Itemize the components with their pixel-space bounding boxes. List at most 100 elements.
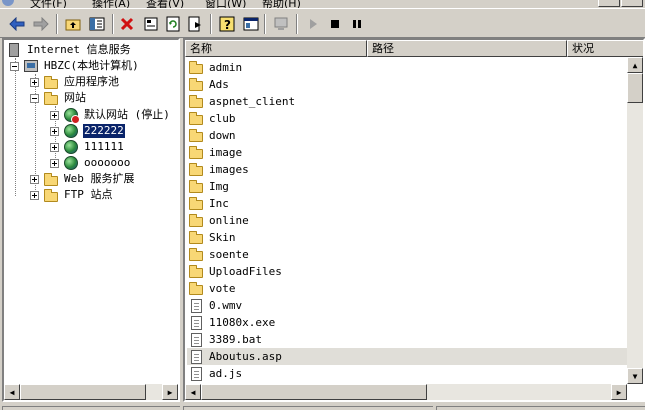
tree-site[interactable]: 222222	[50, 123, 126, 139]
tree-site[interactable]: ooooooo	[50, 155, 131, 171]
list-item[interactable]: image	[187, 144, 637, 161]
list-item[interactable]: aspnet_client	[187, 93, 637, 110]
refresh-icon	[166, 16, 180, 32]
tree-ftp[interactable]: FTP 站点	[30, 187, 114, 203]
console-icon	[243, 17, 259, 31]
collapse-icon[interactable]	[30, 93, 39, 103]
scroll-left-icon[interactable]: ◀	[4, 384, 20, 400]
menu-view[interactable]: 查看(V)	[146, 0, 184, 8]
menu-help[interactable]: 帮助(H)	[262, 0, 301, 8]
list-item-name: online	[209, 214, 249, 227]
list-item[interactable]: online	[187, 212, 637, 229]
list-item[interactable]: down	[187, 127, 637, 144]
scroll-right-icon[interactable]: ▶	[611, 384, 627, 400]
list-item-name: Ads	[209, 78, 229, 91]
list-item[interactable]: vote	[187, 280, 637, 297]
pause-button[interactable]	[346, 13, 368, 35]
tree-app-pools[interactable]: 应用程序池	[30, 74, 120, 90]
minimize-button[interactable]	[598, 0, 620, 7]
export-button[interactable]	[184, 13, 206, 35]
expand-icon[interactable]	[50, 110, 59, 120]
list-item[interactable]: Skin	[187, 229, 637, 246]
list-item[interactable]: Img	[187, 178, 637, 195]
file-icon	[187, 315, 205, 330]
svg-text:?: ?	[224, 18, 231, 32]
list-item[interactable]: 3389.bat	[187, 331, 637, 348]
delete-button[interactable]	[116, 13, 138, 35]
list-item[interactable]: soente	[187, 246, 637, 263]
list-item[interactable]: 0.wmv	[187, 297, 637, 314]
show-tree-button[interactable]	[86, 13, 108, 35]
folder-icon	[43, 171, 59, 187]
list-item[interactable]: Ads	[187, 76, 637, 93]
up-level-button[interactable]	[62, 13, 84, 35]
start-icon	[310, 19, 317, 29]
stop-button[interactable]	[324, 13, 346, 35]
column-name[interactable]: 名称	[185, 40, 367, 57]
tree-websites[interactable]: 网站	[30, 90, 87, 106]
list-item[interactable]: admin	[187, 59, 637, 76]
tree-app-pools-label: 应用程序池	[64, 75, 119, 88]
tree-site[interactable]: 111111	[50, 139, 125, 155]
start-button[interactable]	[302, 13, 324, 35]
properties-button[interactable]	[140, 13, 162, 35]
tree-web-ext[interactable]: Web 服务扩展	[30, 171, 136, 187]
app-icon	[2, 0, 14, 6]
tree-site-label: 111111	[84, 140, 124, 153]
computer-icon	[274, 17, 288, 30]
expand-icon[interactable]	[50, 126, 59, 136]
list-item[interactable]: club	[187, 110, 637, 127]
menu-window[interactable]: 窗口(W)	[205, 0, 246, 8]
folder-icon	[187, 180, 205, 193]
tree-root[interactable]: Internet 信息服务	[6, 42, 132, 58]
tree-root-label: Internet 信息服务	[27, 43, 131, 56]
tree-hscrollbar[interactable]: ◀ ▶	[4, 384, 178, 400]
file-icon	[187, 332, 205, 347]
tree-server[interactable]: HBZC(本地计算机)	[10, 58, 140, 74]
forward-button[interactable]	[30, 13, 52, 35]
column-status[interactable]: 状况	[567, 40, 643, 57]
back-button[interactable]	[6, 13, 28, 35]
list-item-name: 0.wmv	[209, 299, 243, 312]
column-path[interactable]: 路径	[367, 40, 567, 57]
list-hscrollbar[interactable]: ◀ ▶	[185, 384, 627, 400]
tree-site-label: ooooooo	[84, 156, 131, 169]
expand-icon[interactable]	[50, 158, 59, 168]
file-icon	[187, 298, 205, 313]
scroll-thumb[interactable]	[627, 73, 643, 103]
computer-button[interactable]	[270, 13, 292, 35]
scroll-down-icon[interactable]: ▼	[627, 368, 643, 384]
expand-icon[interactable]	[30, 77, 39, 87]
list-item[interactable]: 11080x.exe	[187, 314, 637, 331]
menu-action[interactable]: 操作(A)	[92, 0, 130, 8]
help-button[interactable]: ?	[216, 13, 238, 35]
expand-icon[interactable]	[30, 174, 39, 184]
folder-icon	[187, 248, 205, 261]
list-vscrollbar[interactable]: ▲ ▼	[627, 57, 643, 384]
list-item[interactable]: images	[187, 161, 637, 178]
folder-icon	[187, 265, 205, 278]
scroll-right-icon[interactable]: ▶	[162, 384, 178, 400]
tree-websites-label: 网站	[64, 91, 86, 104]
status-bar	[0, 404, 645, 410]
menu-file[interactable]: 文件(F)	[30, 0, 67, 8]
refresh-button[interactable]	[162, 13, 184, 35]
list-pane: 名称 路径 状况 admin Ads aspnet_client club down im…	[183, 38, 645, 402]
tree-site[interactable]: 默认网站 (停止)	[50, 107, 171, 124]
list-item[interactable]: UploadFiles	[187, 263, 637, 280]
expand-icon[interactable]	[30, 190, 39, 200]
list-item[interactable]: ad.js	[187, 365, 637, 382]
list-header: 名称 路径 状况	[185, 40, 643, 57]
console-tree-button[interactable]	[240, 13, 262, 35]
scroll-thumb[interactable]	[20, 384, 146, 400]
collapse-icon[interactable]	[10, 61, 19, 71]
list-item-name: vote	[209, 282, 236, 295]
restore-button[interactable]	[621, 0, 643, 7]
list-item[interactable]: Inc	[187, 195, 637, 212]
scroll-thumb[interactable]	[201, 384, 427, 400]
scroll-up-icon[interactable]: ▲	[627, 57, 643, 73]
scroll-left-icon[interactable]: ◀	[185, 384, 201, 400]
folder-icon	[187, 214, 205, 227]
list-item[interactable]: Aboutus.asp	[187, 348, 637, 365]
expand-icon[interactable]	[50, 142, 59, 152]
